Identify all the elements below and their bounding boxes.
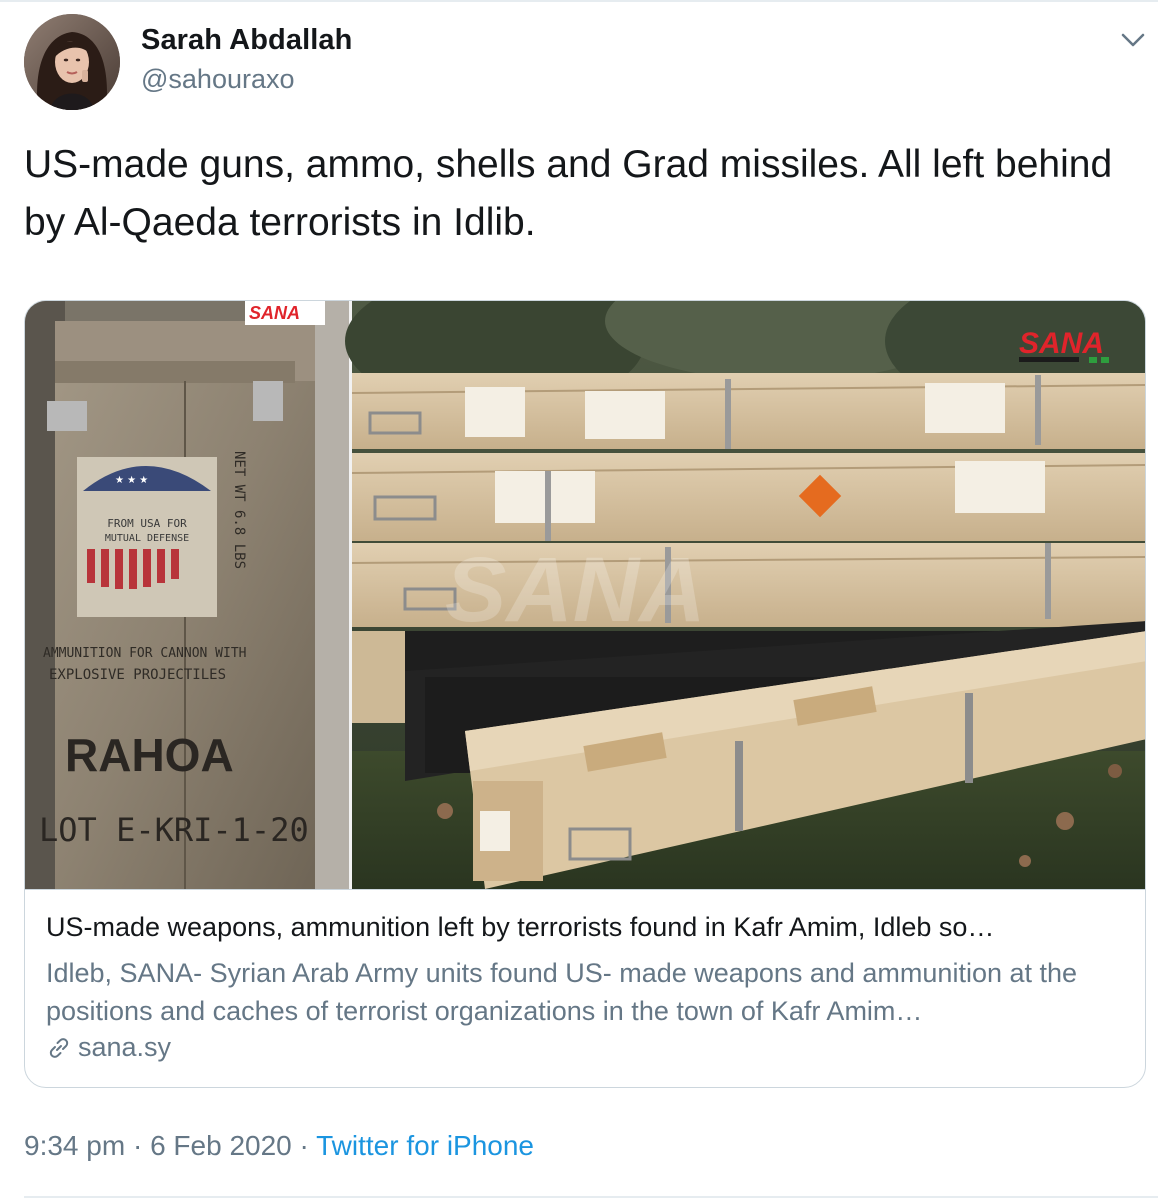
svg-text:SANA: SANA <box>1019 327 1104 360</box>
svg-text:NET WT 6.8 LBS: NET WT 6.8 LBS <box>231 451 247 569</box>
svg-text:SANA: SANA <box>249 303 300 323</box>
author-name[interactable]: Sarah Abdallah <box>141 24 352 57</box>
tweet: Sarah Abdallah @sahouraxo US-made guns, … <box>0 0 1158 1200</box>
tweet-date[interactable]: 6 Feb 2020 <box>150 1130 292 1161</box>
card-domain[interactable]: sana.sy <box>46 1032 171 1063</box>
stencil-text-3: AMMUNITION FOR CANNON WITH <box>43 646 247 661</box>
stencil-text-1: FROM USA FOR <box>107 517 187 530</box>
tweet-meta: 9:34 pm · 6 Feb 2020 · Twitter for iPhon… <box>24 1130 534 1162</box>
card-image-right: SANA SANA <box>345 301 1145 889</box>
sana-overlay-watermark: SANA <box>445 539 706 641</box>
chevron-down-icon[interactable] <box>1118 26 1148 54</box>
card-body[interactable]: US-made weapons, ammunition left by terr… <box>25 889 1145 1087</box>
tweet-time[interactable]: 9:34 pm <box>24 1130 125 1161</box>
link-icon <box>46 1035 72 1061</box>
card-domain-text: sana.sy <box>78 1032 172 1062</box>
stencil-text-6: LOT E-KRI-1-20 <box>39 811 309 849</box>
avatar-image <box>24 14 120 110</box>
stencil-text-2: MUTUAL DEFENSE <box>105 533 189 544</box>
stencil-text-4: EXPLOSIVE PROJECTILES <box>49 667 226 683</box>
svg-text:★ ★ ★: ★ ★ ★ <box>115 475 148 486</box>
avatar[interactable] <box>24 14 120 110</box>
top-divider <box>0 0 1158 2</box>
bottom-divider <box>24 1196 1158 1198</box>
card-title[interactable]: US-made weapons, ammunition left by terr… <box>46 912 1126 943</box>
card-image[interactable]: ★ ★ ★ FROM USA FOR MUTUAL DEFENSE AMMUNI… <box>25 301 1145 889</box>
author-handle[interactable]: @sahouraxo <box>141 64 295 95</box>
tweet-text: US-made guns, ammo, shells and Grad miss… <box>24 143 1113 244</box>
meta-separator: · <box>132 1130 143 1161</box>
card-image-left: ★ ★ ★ FROM USA FOR MUTUAL DEFENSE AMMUNI… <box>25 301 349 889</box>
tweet-source[interactable]: Twitter for iPhone <box>316 1130 534 1161</box>
stencil-text-5: RAHOA <box>65 729 234 781</box>
sana-logo: SANA <box>245 301 325 325</box>
sana-logo-right: SANA <box>1019 327 1109 363</box>
card-description: Idleb, SANA- Syrian Arab Army units foun… <box>46 958 1078 1026</box>
meta-separator: · <box>299 1130 309 1161</box>
link-card[interactable]: ★ ★ ★ FROM USA FOR MUTUAL DEFENSE AMMUNI… <box>24 300 1146 1088</box>
